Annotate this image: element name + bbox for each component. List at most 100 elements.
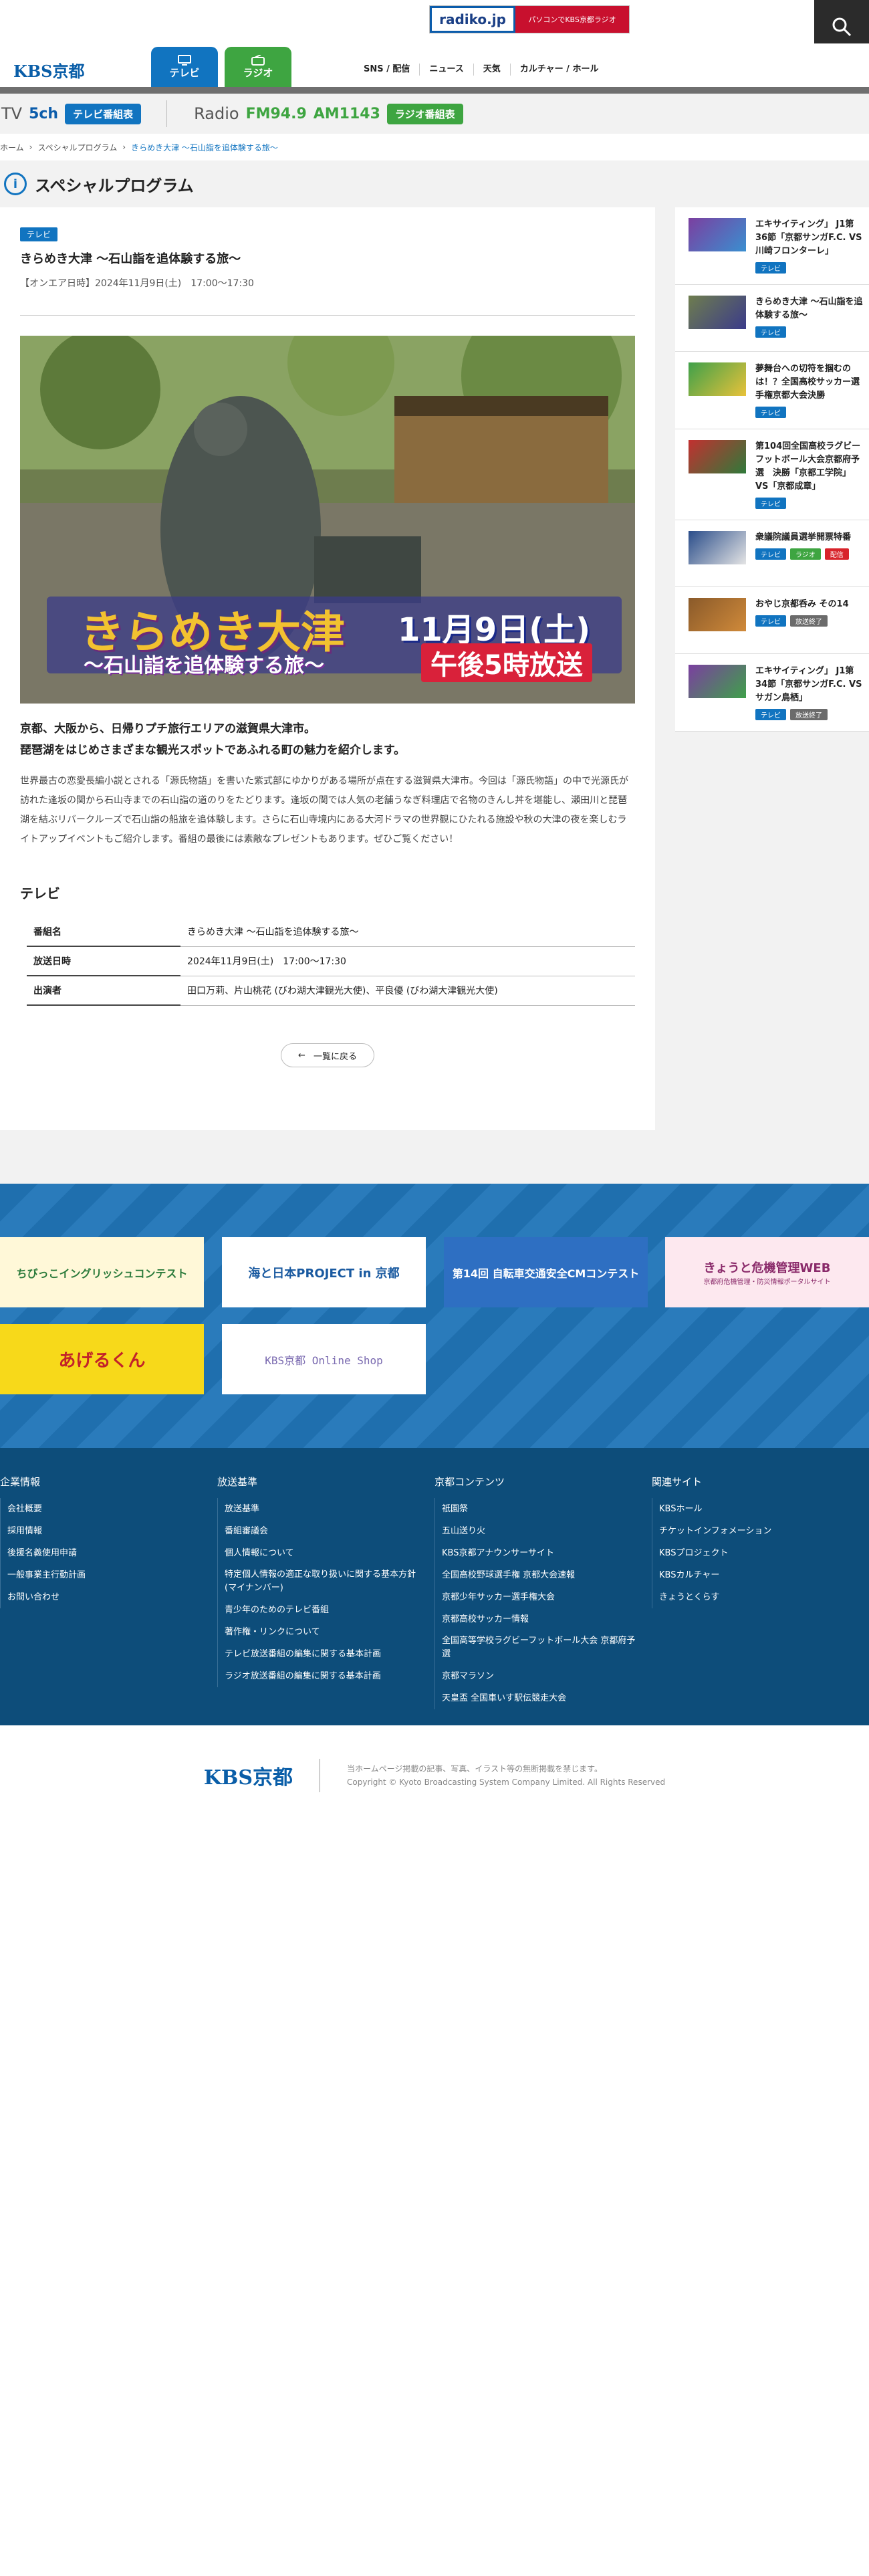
tab-tv-label: テレビ [169,66,200,79]
footer-link[interactable]: 全国高校野球選手権 京都大会速報 [442,1564,642,1586]
radio-icon [251,54,265,66]
site-logo[interactable]: KBS京都 [13,58,84,82]
footer-link[interactable]: 青少年のためのテレビ番組 [225,1599,424,1621]
sidebar-item-title: エキサイティング」 J1第36節「京都サンガF.C. VS 川崎フロンターレ」 [755,219,862,256]
footer-link[interactable]: KBSプロジェクト [659,1542,859,1564]
sidebar-item[interactable]: きらめき大津 〜石山詣を追体験する旅〜 テレビ [675,285,869,352]
tag-badge: テレビ [755,548,786,560]
footer-link[interactable]: KBS京都アナウンサーサイト [442,1542,642,1564]
footer-logo[interactable]: KBS京都 [204,1761,293,1790]
thumbnail [689,218,746,251]
nav-news[interactable]: ニュース [419,64,473,76]
tab-radio[interactable]: ラジオ [225,47,291,87]
footer-link[interactable]: きょうとくらす [659,1586,859,1608]
footer-link[interactable]: ラジオ放送番組の編集に関する基本計画 [225,1665,424,1687]
table-row: 番組名 きらめき大津 〜石山詣を追体験する旅〜 [27,917,635,947]
footer-link[interactable]: 一般事業主行動計画 [7,1564,207,1586]
back-to-list-label: 一覧に戻る [313,1051,357,1062]
banner-label: 海と日本PROJECT in 京都 [248,1266,400,1281]
banner-english-contest[interactable]: ちびっこイングリッシュコンテスト [0,1237,204,1307]
sidebar: エキサイティング」 J1第36節「京都サンガF.C. VS 川崎フロンターレ」 … [675,207,869,732]
footer-link[interactable]: チケットインフォメーション [659,1520,859,1542]
program-table-title: テレビ [20,885,60,901]
lead-text: 京都、大阪から、日帰りプチ旅行エリアの滋賀県大津市。 琵琶湖をはじめさまざまな観… [20,718,635,761]
nav-culture[interactable]: カルチャー / ホール [509,64,608,76]
tab-radio-label: ラジオ [243,66,273,79]
footer-link[interactable]: 番組審議会 [225,1520,424,1542]
sidebar-item[interactable]: 夢舞台への切符を掴むのは！？全国高校サッカー選手権京都大会決勝 テレビ [675,352,869,429]
thumbnail [689,598,746,631]
footer-link[interactable]: 五山送り火 [442,1520,642,1542]
nav-sns[interactable]: SNS / 配信 [354,64,419,76]
breadcrumb-current[interactable]: きらめき大津 〜石山詣を追体験する旅〜 [131,142,278,153]
footer-link[interactable]: 京都高校サッカー情報 [442,1608,642,1630]
tv-schedule-button[interactable]: テレビ番組表 [65,103,142,124]
air-date: 【オンエア日時】2024年11月9日(土) 17:00〜17:30 [20,278,254,289]
sidebar-item[interactable]: おやじ京都呑み その14 テレビ 放送終了 [675,587,869,654]
sidebar-item[interactable]: エキサイティング」 J1第34節「京都サンガF.C. VS サガン鳥栖」 テレビ… [675,654,869,732]
main-area: テレビ きらめき大津 〜石山詣を追体験する旅〜 【オンエア日時】2024年11月… [0,207,869,1184]
category-badge: テレビ [20,227,58,241]
footer-link[interactable]: お問い合わせ [7,1586,207,1608]
sidebar-item-title: 第104回全国高校ラグビーフットボール大会京都府予選 決勝「京都工学院」VS「京… [755,441,861,492]
footer-link[interactable]: 全国高等学校ラグビーフットボール大会 京都府予選 [442,1630,642,1665]
footer-link[interactable]: 個人情報について [225,1542,424,1564]
footer-link[interactable]: 京都マラソン [442,1665,642,1687]
arrow-left-icon: ← [298,1050,305,1061]
sidebar-item-title: 夢舞台への切符を掴むのは！？全国高校サッカー選手権京都大会決勝 [755,364,860,401]
footer-link[interactable]: 採用情報 [7,1520,207,1542]
chevron-right-icon: › [122,142,126,152]
footer-link[interactable]: 会社概要 [7,1498,207,1520]
footer-link[interactable]: 天皇盃 全国車いす駅伝競走大会 [442,1687,642,1709]
footer-link[interactable]: KBSホール [659,1498,859,1520]
tag-badge: 配信 [824,548,849,560]
footer-link[interactable]: 著作権・リンクについて [225,1621,424,1643]
breadcrumb-home[interactable]: ホーム [0,142,24,153]
table-value: きらめき大津 〜石山詣を追体験する旅〜 [180,917,635,947]
footer-link[interactable]: 後援名義使用申請 [7,1542,207,1564]
tag-badge: 放送終了 [790,709,828,720]
tag-badge: テレビ [755,407,786,418]
banner-crisis-management[interactable]: きょうと危機管理WEB 京都府危機管理・防災情報ポータルサイト [665,1237,869,1307]
thumbnail [689,531,746,564]
sidebar-item-title: おやじ京都呑み その14 [755,599,849,609]
banner-ageruun[interactable]: あげるくん [0,1324,204,1394]
sidebar-item[interactable]: 衆議院議員選挙開票特番 テレビ ラジオ 配信 [675,520,869,587]
banner-bicycle-cm-contest[interactable]: 第14回 自転車交通安全CMコンテスト [444,1237,648,1307]
thumbnail [689,665,746,698]
footer-column-kyoto-content: 京都コンテンツ 祇園祭 五山送り火 KBS京都アナウンサーサイト 全国高校野球選… [434,1475,642,1709]
footer: 企業情報 会社概要 採用情報 後援名義使用申請 一般事業主行動計画 お問い合わせ… [0,1448,869,1725]
footer-link[interactable]: KBSカルチャー [659,1564,859,1586]
footer-link[interactable]: 京都少年サッカー選手権大会 [442,1586,642,1608]
info-icon: i [4,173,27,195]
channel-bar: TV 5ch テレビ番組表 Radio FM94.9 AM1143 ラジオ番組表 [0,94,869,134]
nav-weather[interactable]: 天気 [473,64,510,76]
copyright-notice: 当ホームページ掲載の記事、写真、イラスト等の無断掲載を禁じます。 [347,1764,602,1774]
radio-schedule-button[interactable]: ラジオ番組表 [386,103,463,124]
footer-link[interactable]: 特定個人情報の適正な取り扱いに関する基本方針(マイナンバー) [225,1564,424,1599]
radio-label: Radio [194,104,239,123]
footer-link[interactable]: 放送基準 [225,1498,424,1520]
sidebar-item[interactable]: エキサイティング」 J1第36節「京都サンガF.C. VS 川崎フロンターレ」 … [675,207,869,285]
back-to-list-button[interactable]: ← 一覧に戻る [281,1043,374,1067]
footer-link[interactable]: テレビ放送番組の編集に関する基本計画 [225,1643,424,1665]
banner-online-shop[interactable]: KBS京都 Online Shop [222,1324,426,1394]
banner-label: あげるくん [58,1351,146,1371]
footer-link[interactable]: 祇園祭 [442,1498,642,1520]
divider [20,315,635,316]
hero-subtitle: 〜石山詣を追体験する旅〜 [84,654,324,677]
tag-badge: テレビ [755,326,786,338]
tab-tv[interactable]: テレビ [151,47,218,87]
channel-divider [166,100,168,127]
tv-label: TV [1,104,23,123]
hero-image: きらめき大津 〜石山詣を追体験する旅〜 11月9日(土) 午後5時放送 [20,336,635,704]
radiko-banner[interactable]: radiko.jp パソコンでKBS京都ラジオ [429,5,630,33]
thumbnail [689,440,746,473]
tag-badge: テレビ [755,615,786,627]
banner-umi-project[interactable]: 海と日本PROJECT in 京都 [222,1237,426,1307]
search-icon [832,17,852,37]
banner-label: ちびっこイングリッシュコンテスト [16,1267,188,1280]
breadcrumb-section[interactable]: スペシャルプログラム [37,142,117,153]
sidebar-item[interactable]: 第104回全国高校ラグビーフットボール大会京都府予選 決勝「京都工学院」VS「京… [675,429,869,520]
tag-badge: テレビ [755,709,786,720]
